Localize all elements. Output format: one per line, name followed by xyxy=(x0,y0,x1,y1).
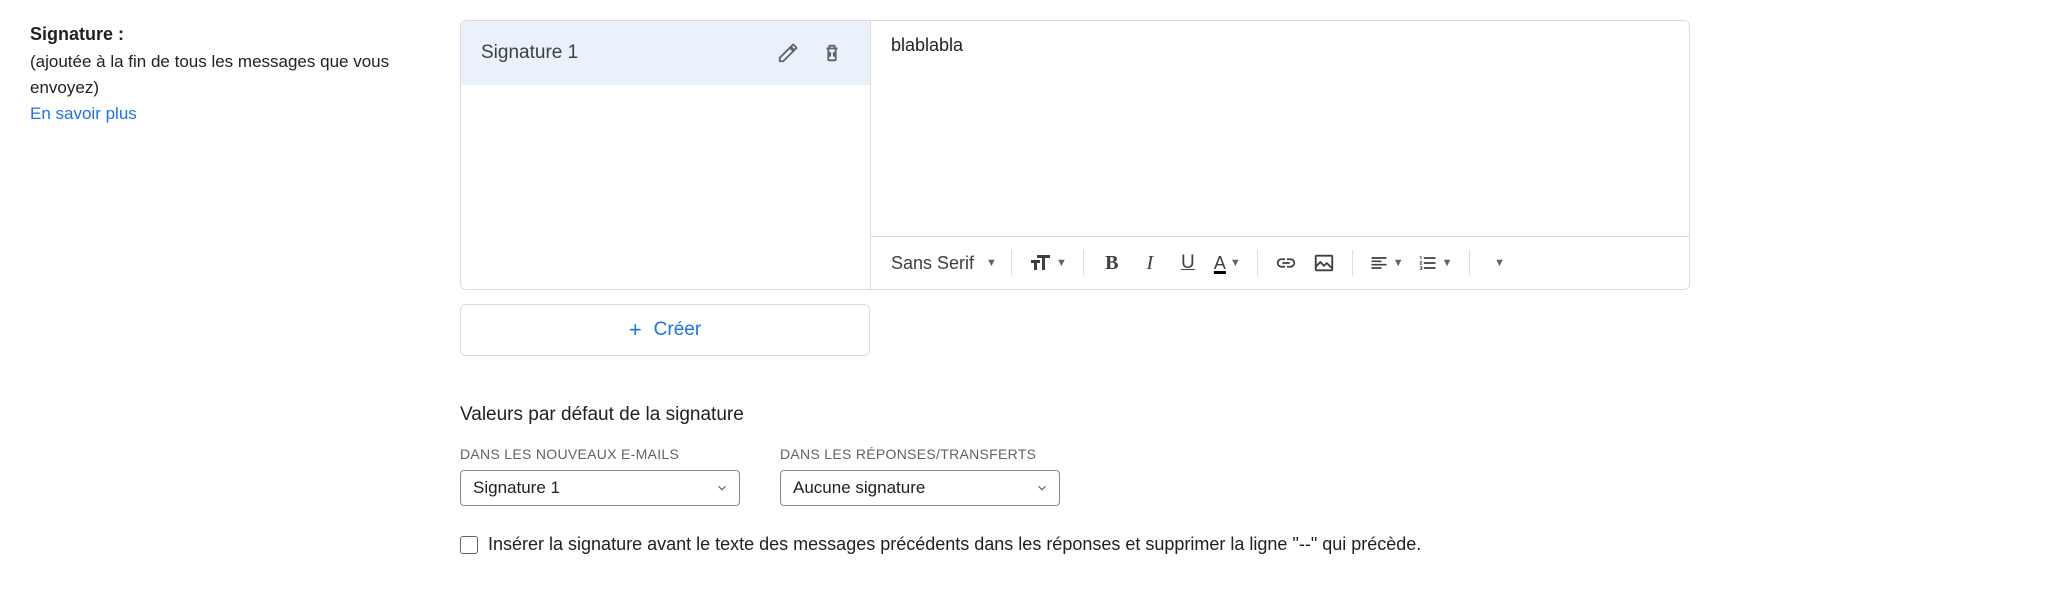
insert-image-button[interactable] xyxy=(1306,245,1342,281)
delete-signature-button[interactable] xyxy=(814,35,850,71)
signature-description: (ajoutée à la fin de tous les messages q… xyxy=(30,49,440,100)
more-formatting-dropdown[interactable]: ▼ xyxy=(1480,245,1516,281)
signature-list: Signature 1 xyxy=(461,21,871,289)
signature-editor: blablabla Sans Serif ▼ ▼ B I U xyxy=(871,21,1689,289)
toolbar-separator xyxy=(1257,250,1258,276)
image-icon xyxy=(1313,252,1335,274)
bold-button[interactable]: B xyxy=(1094,245,1130,281)
chevron-down-icon xyxy=(1035,481,1049,495)
chevron-down-icon: ▼ xyxy=(1494,257,1505,269)
chevron-down-icon: ▼ xyxy=(1056,257,1067,269)
toolbar-separator xyxy=(1469,250,1470,276)
signature-title: Signature : xyxy=(30,24,440,45)
align-icon xyxy=(1369,253,1389,273)
learn-more-link[interactable]: En savoir plus xyxy=(30,104,137,124)
font-family-label: Sans Serif xyxy=(891,253,974,274)
new-emails-signature-select[interactable]: Signature 1 xyxy=(460,470,740,506)
insert-before-quoted-checkbox[interactable] xyxy=(460,536,478,554)
new-emails-selected-value: Signature 1 xyxy=(473,478,560,498)
create-signature-button[interactable]: + Créer xyxy=(460,304,870,356)
italic-button[interactable]: I xyxy=(1132,245,1168,281)
text-color-icon: A xyxy=(1214,253,1226,274)
chevron-down-icon xyxy=(715,481,729,495)
chevron-down-icon: ▼ xyxy=(1230,257,1241,269)
signature-defaults-section: Valeurs par défaut de la signature DANS … xyxy=(460,404,1690,555)
chevron-down-icon: ▼ xyxy=(986,257,997,269)
create-button-label: Créer xyxy=(654,319,702,341)
defaults-title: Valeurs par défaut de la signature xyxy=(460,404,1690,426)
list-dropdown[interactable]: ▼ xyxy=(1412,245,1459,281)
text-size-icon xyxy=(1028,251,1052,275)
formatting-toolbar: Sans Serif ▼ ▼ B I U A ▼ xyxy=(871,236,1689,289)
signature-list-item[interactable]: Signature 1 xyxy=(461,21,870,85)
edit-signature-button[interactable] xyxy=(770,35,806,71)
signature-editor-column: Signature 1 blablabla Sans Serif ▼ xyxy=(460,20,1690,555)
toolbar-separator xyxy=(1083,250,1084,276)
trash-icon xyxy=(821,42,843,64)
chevron-down-icon: ▼ xyxy=(1393,257,1404,269)
align-dropdown[interactable]: ▼ xyxy=(1363,245,1410,281)
replies-signature-select[interactable]: Aucune signature xyxy=(780,470,1060,506)
replies-selected-value: Aucune signature xyxy=(793,478,925,498)
signature-item-name: Signature 1 xyxy=(481,42,762,64)
signature-content-input[interactable]: blablabla xyxy=(871,21,1689,236)
toolbar-separator xyxy=(1352,250,1353,276)
toolbar-separator xyxy=(1011,250,1012,276)
font-family-dropdown[interactable]: Sans Serif ▼ xyxy=(885,245,1001,281)
replies-label: DANS LES RÉPONSES/TRANSFERTS xyxy=(780,446,1060,462)
link-icon xyxy=(1275,252,1297,274)
underline-button[interactable]: U xyxy=(1170,245,1206,281)
text-color-dropdown[interactable]: A ▼ xyxy=(1208,245,1247,281)
signature-settings-label-column: Signature : (ajoutée à la fin de tous le… xyxy=(30,20,440,555)
signature-editor-box: Signature 1 blablabla Sans Serif ▼ xyxy=(460,20,1690,290)
font-size-dropdown[interactable]: ▼ xyxy=(1022,245,1073,281)
chevron-down-icon: ▼ xyxy=(1442,257,1453,269)
plus-icon: + xyxy=(629,317,642,343)
insert-before-quoted-label: Insérer la signature avant le texte des … xyxy=(488,534,1421,555)
pencil-icon xyxy=(777,42,799,64)
new-emails-label: DANS LES NOUVEAUX E-MAILS xyxy=(460,446,740,462)
numbered-list-icon xyxy=(1418,253,1438,273)
insert-link-button[interactable] xyxy=(1268,245,1304,281)
